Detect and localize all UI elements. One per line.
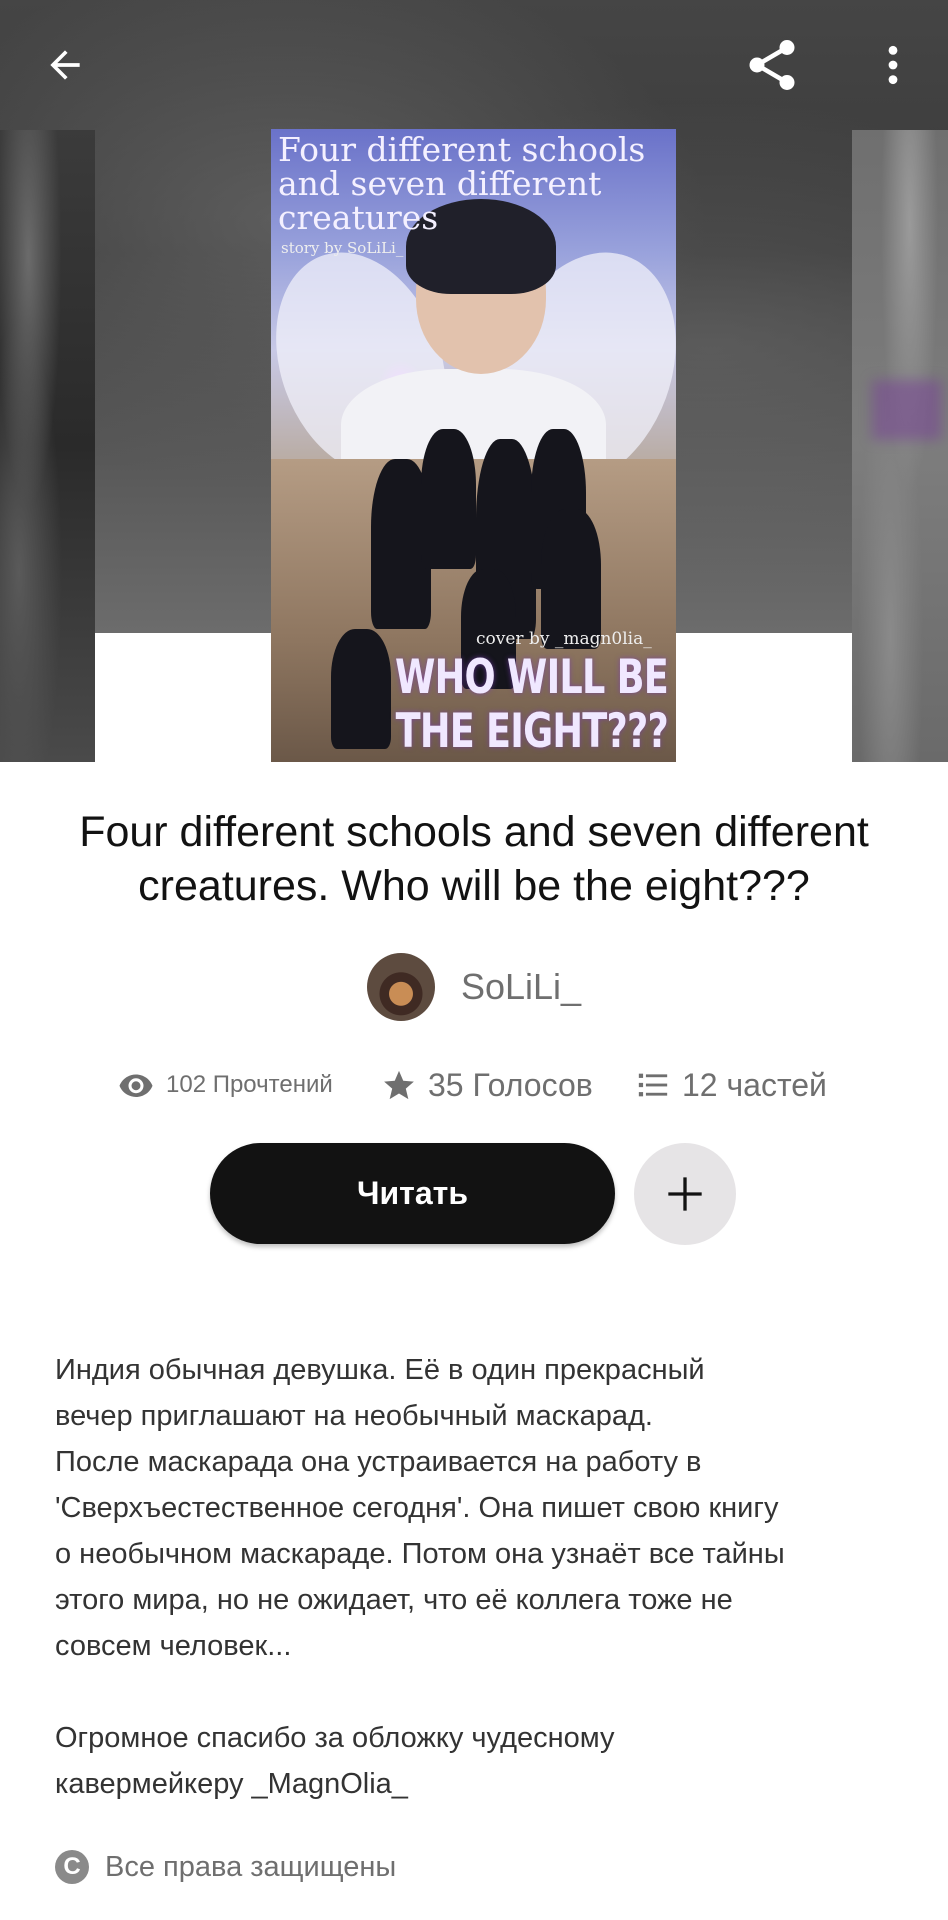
story-stats: 102 Прочтений 35 Голосов 12 частей <box>0 1063 948 1107</box>
parts-count[interactable]: 12 частей <box>636 1063 827 1107</box>
back-button[interactable] <box>30 30 100 100</box>
read-button[interactable]: Читать <box>210 1143 615 1244</box>
cover-author-credit: story by SoLiLi_ <box>281 239 404 257</box>
story-description: Индия обычная девушка. Её в один прекрас… <box>55 1354 785 1800</box>
eye-icon <box>119 1074 153 1097</box>
story-cover-image[interactable]: Four different schools and seven differe… <box>271 129 676 762</box>
add-to-library-button[interactable] <box>634 1143 736 1245</box>
votes-count: 35 Голосов <box>382 1063 593 1107</box>
votes-label: 35 Голосов <box>428 1066 593 1103</box>
copyright-notice: C Все права защищены <box>55 1850 396 1884</box>
more-options-button[interactable] <box>870 30 915 100</box>
share-button[interactable] <box>735 28 809 102</box>
share-icon <box>749 40 795 90</box>
previous-story-cover[interactable] <box>0 130 95 762</box>
reads-label: 102 Прочтений <box>166 1071 333 1098</box>
arrow-left-icon <box>50 50 80 80</box>
copyright-icon: C <box>55 1850 89 1884</box>
cover-tagline: WHO WILL BE THE EIGHT??? <box>394 650 669 759</box>
next-story-cover[interactable] <box>852 130 948 762</box>
author-avatar[interactable] <box>366 953 435 1021</box>
cover-title-text: Four different schools and seven differe… <box>278 130 646 237</box>
cover-designer-credit: cover by _magn0lia_ <box>476 629 652 649</box>
plus-icon <box>668 1177 702 1211</box>
story-title: Four different schools and seven differe… <box>79 808 869 910</box>
parts-label: 12 частей <box>682 1066 827 1103</box>
author-name[interactable]: SoLiLi_ <box>461 966 581 1008</box>
reads-count: 102 Прочтений <box>118 1063 333 1107</box>
more-vertical-icon <box>888 45 897 85</box>
list-icon <box>638 1073 668 1097</box>
author-row: SoLiLi_ <box>0 953 948 1021</box>
star-icon <box>384 1070 414 1100</box>
copyright-text: Все права защищены <box>105 1850 397 1883</box>
